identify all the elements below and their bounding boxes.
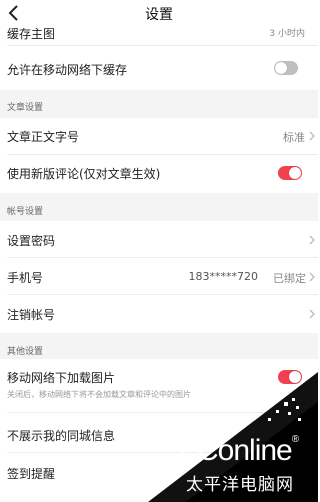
header-title: 设置 [145, 7, 173, 23]
phone-label: 手机号 [7, 271, 44, 285]
section-title-other: 其他设置 [7, 347, 44, 357]
watermark-brand: PConline® [178, 434, 299, 467]
cellular-cache-toggle[interactable] [274, 61, 298, 75]
chevron-right-icon [309, 235, 315, 245]
cellular-cache-label: 允许在移动网络下缓存 [7, 63, 128, 77]
cache-row-partial[interactable]: 缓存主图 3 小时内 [0, 22, 318, 40]
new-comments-toggle[interactable] [278, 166, 302, 180]
new-comments-row[interactable]: 使用新版评论(仅对文章生效) [0, 155, 318, 191]
section-title-account: 帐号设置 [7, 207, 44, 217]
checkin-reminder-label: 签到提醒 [7, 467, 56, 481]
cellular-images-label: 移动网络下加载图片 [7, 371, 116, 385]
section-header-account: 帐号设置 [0, 193, 318, 221]
cancel-account-label: 注销帐号 [7, 308, 56, 322]
chevron-right-icon [309, 131, 315, 141]
chevron-right-icon [309, 272, 315, 282]
cellular-cache-row[interactable]: 允许在移动网络下缓存 [0, 48, 318, 88]
new-comments-label: 使用新版评论(仅对文章生效) [7, 167, 161, 181]
phone-status: 已绑定 [273, 272, 306, 285]
phone-row[interactable]: 手机号 183*****720 已绑定 [0, 258, 318, 294]
section-header-article: 文章设置 [0, 90, 318, 118]
section-header-other: 其他设置 [0, 333, 318, 359]
set-password-label: 设置密码 [7, 234, 56, 248]
chevron-right-icon [309, 309, 315, 319]
font-size-label: 文章正文字号 [7, 130, 80, 144]
cache-row-label: 缓存主图 [7, 27, 56, 40]
cache-row-value: 3 小时内 [269, 29, 305, 39]
pconline-watermark: PConline® 太平洋电脑网 [148, 372, 318, 502]
section-title-article: 文章设置 [7, 103, 44, 113]
font-size-value: 标准 [283, 131, 305, 144]
hide-local-label: 不展示我的同城信息 [7, 429, 116, 443]
phone-number: 183*****720 [188, 270, 259, 283]
cancel-account-row[interactable]: 注销帐号 [0, 295, 318, 331]
watermark-cn: 太平洋电脑网 [186, 475, 294, 495]
set-password-row[interactable]: 设置密码 [0, 221, 318, 257]
font-size-row[interactable]: 文章正文字号 标准 [0, 118, 318, 154]
